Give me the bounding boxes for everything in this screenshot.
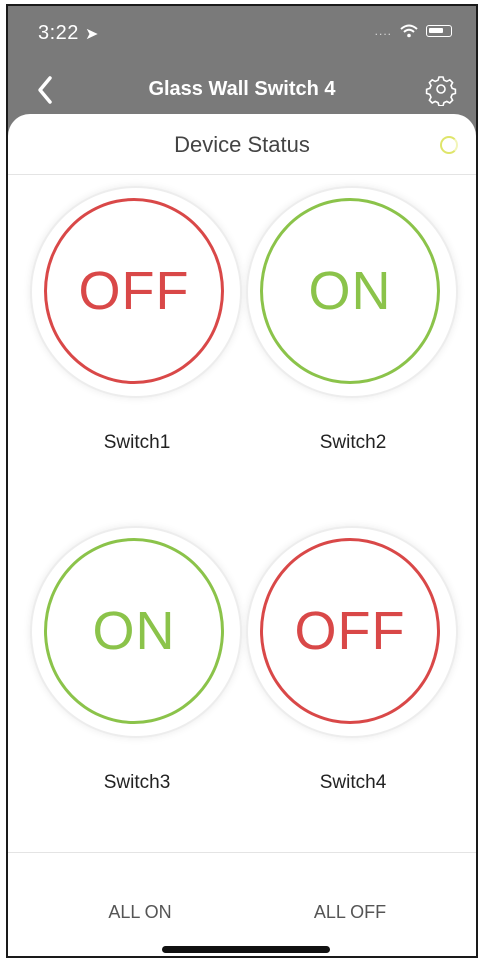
- sheet-header: Device Status: [8, 114, 476, 175]
- page-title: Glass Wall Switch 4: [148, 78, 336, 100]
- switch4-toggle-button[interactable]: OFF: [248, 528, 456, 736]
- device-status-sheet: Device Status OFF Switch1 ON Switch2 ON: [8, 114, 476, 956]
- battery-icon: [426, 25, 452, 37]
- location-arrow-icon: ➤: [84, 26, 99, 43]
- switch2-label: Switch2: [319, 432, 387, 453]
- switch3-label: Switch3: [103, 772, 171, 793]
- switch1-toggle-button[interactable]: OFF: [32, 188, 240, 396]
- switch1-label: Switch1: [103, 432, 171, 453]
- switch3-state: ON: [44, 538, 224, 724]
- switch2-toggle-button[interactable]: ON: [248, 188, 456, 396]
- switch-tile-1: OFF Switch1: [32, 180, 242, 460]
- signal-icon: ....: [374, 24, 392, 38]
- switch2-state: ON: [260, 198, 440, 384]
- phone-screen: 3:22 ➤ .... Glass Wall Switch 4 Device S…: [6, 4, 478, 958]
- footer-divider: [8, 852, 476, 853]
- switch4-label: Switch4: [319, 772, 387, 793]
- home-indicator: [162, 946, 330, 953]
- switch-tile-2: ON Switch2: [248, 180, 458, 460]
- device-status-title: Device Status: [174, 132, 310, 157]
- all-on-button[interactable]: ALL ON: [60, 902, 220, 923]
- switch-tile-4: OFF Switch4: [248, 520, 458, 800]
- loading-ring-icon: [440, 136, 458, 154]
- status-time: 3:22 ➤: [38, 22, 99, 45]
- status-indicators: ....: [375, 24, 452, 38]
- switch-tile-3: ON Switch3: [32, 520, 242, 800]
- switch4-state: OFF: [260, 538, 440, 724]
- gear-icon: [425, 76, 457, 107]
- status-time-text: 3:22: [38, 22, 79, 44]
- all-off-button[interactable]: ALL OFF: [270, 902, 430, 923]
- switch3-toggle-button[interactable]: ON: [32, 528, 240, 736]
- wifi-icon: [400, 24, 418, 38]
- settings-button[interactable]: [424, 72, 458, 107]
- status-bar: 3:22 ➤ ....: [8, 6, 476, 64]
- switch1-state: OFF: [44, 198, 224, 384]
